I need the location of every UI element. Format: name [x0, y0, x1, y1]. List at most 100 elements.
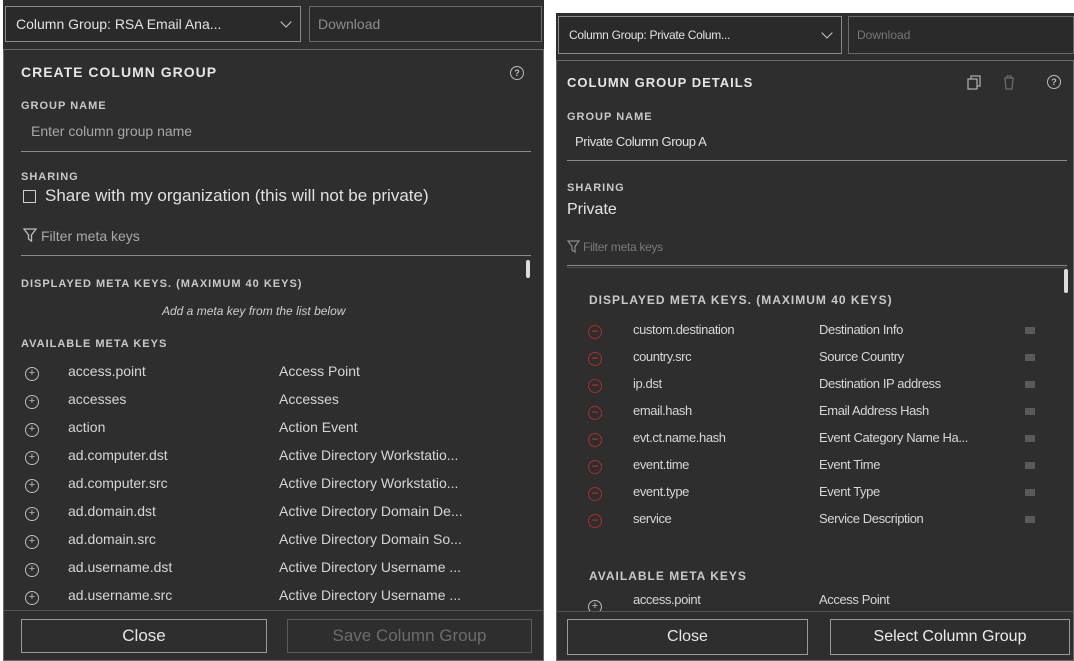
download-field[interactable]: Download: [309, 6, 542, 42]
meta-key: ad.computer.src: [68, 475, 168, 491]
list-item[interactable]: − email.hash Email Address Hash: [557, 398, 1073, 426]
list-item[interactable]: + ad.username.src Active Directory Usern…: [4, 583, 543, 611]
drag-handle-icon[interactable]: [1025, 462, 1035, 469]
close-button[interactable]: Close: [21, 619, 267, 653]
list-item[interactable]: − evt.ct.name.hash Event Category Name H…: [557, 425, 1073, 453]
filter-meta-keys-input[interactable]: Filter meta keys: [41, 228, 140, 244]
chevron-down-icon: [821, 27, 833, 39]
panel-title: CREATE COLUMN GROUP: [21, 64, 218, 80]
remove-icon[interactable]: −: [588, 325, 602, 339]
save-column-group-button[interactable]: Save Column Group: [287, 619, 532, 653]
meta-key: ad.username.dst: [68, 559, 173, 575]
list-item[interactable]: + accesses Accesses: [4, 387, 543, 415]
meta-key-description: Active Directory Workstatio...: [279, 475, 459, 491]
drag-handle-icon[interactable]: [1025, 489, 1035, 496]
list-item[interactable]: − ip.dst Destination IP address: [557, 371, 1073, 399]
sharing-value: Private: [567, 201, 617, 218]
add-icon[interactable]: +: [25, 507, 39, 521]
remove-icon[interactable]: −: [588, 487, 602, 501]
list-item[interactable]: + access.point Access Point: [4, 359, 543, 387]
remove-icon[interactable]: −: [588, 460, 602, 474]
list-item[interactable]: + ad.computer.dst Active Directory Works…: [4, 443, 543, 471]
remove-icon[interactable]: −: [588, 379, 602, 393]
meta-key: event.type: [633, 484, 689, 499]
group-name-underline: [21, 151, 531, 152]
meta-key-description: Active Directory Workstatio...: [279, 447, 459, 463]
meta-key: country.src: [633, 349, 692, 364]
column-group-dropdown-label: Column Group: RSA Email Ana...: [16, 16, 222, 32]
meta-key-description: Event Type: [819, 484, 880, 499]
list-item[interactable]: + ad.username.dst Active Directory Usern…: [4, 555, 543, 583]
group-name-value: Private Column Group A: [575, 134, 707, 149]
drag-handle-icon[interactable]: [1025, 408, 1035, 415]
save-column-group-label: Save Column Group: [332, 626, 487, 645]
add-icon[interactable]: +: [25, 367, 39, 381]
close-button-label: Close: [667, 628, 708, 645]
displayed-meta-keys-header: DISPLAYED META KEYS. (MAXIMUM 40 KEYS): [589, 293, 893, 307]
copy-icon[interactable]: [967, 75, 981, 90]
meta-key: ad.computer.dst: [68, 447, 168, 463]
column-group-dropdown[interactable]: Column Group: Private Colum...: [558, 16, 842, 54]
help-icon[interactable]: ?: [510, 66, 524, 80]
drag-handle-icon[interactable]: [1025, 381, 1035, 388]
add-icon[interactable]: +: [25, 479, 39, 493]
column-group-dropdown-label: Column Group: Private Colum...: [569, 28, 731, 42]
list-item[interactable]: + ad.domain.dst Active Directory Domain …: [4, 499, 543, 527]
add-icon[interactable]: +: [25, 451, 39, 465]
displayed-meta-keys-hint: Add a meta key from the list below: [162, 304, 346, 318]
group-name-label: GROUP NAME: [21, 100, 107, 112]
available-meta-keys-header: AVAILABLE META KEYS: [589, 569, 747, 583]
add-icon[interactable]: +: [25, 563, 39, 577]
remove-icon[interactable]: −: [588, 406, 602, 420]
meta-key: email.hash: [633, 403, 692, 418]
meta-key: access.point: [68, 363, 146, 379]
add-icon[interactable]: +: [588, 600, 602, 611]
scrollbar-thumb[interactable]: [526, 260, 530, 278]
list-item[interactable]: − custom.destination Destination Info: [557, 317, 1073, 345]
remove-icon[interactable]: −: [588, 514, 602, 528]
list-item[interactable]: − event.type Event Type: [557, 479, 1073, 507]
meta-key: custom.destination: [633, 322, 735, 337]
filter-meta-keys-input[interactable]: Filter meta keys: [583, 240, 663, 254]
column-group-dropdown[interactable]: Column Group: RSA Email Ana...: [5, 6, 301, 42]
list-item[interactable]: − country.src Source Country: [557, 344, 1073, 372]
drag-handle-icon[interactable]: [1025, 327, 1035, 334]
share-checkbox[interactable]: [23, 190, 36, 203]
list-item[interactable]: − service Service Description: [557, 506, 1073, 534]
select-column-group-button[interactable]: Select Column Group: [830, 619, 1070, 655]
add-icon[interactable]: +: [25, 591, 39, 605]
meta-key: access.point: [633, 592, 701, 607]
group-name-label: GROUP NAME: [567, 111, 653, 123]
list-item[interactable]: − event.time Event Time: [557, 452, 1073, 480]
remove-icon[interactable]: −: [588, 352, 602, 366]
meta-key-description: Destination Info: [819, 322, 903, 337]
filter-icon: [567, 240, 580, 254]
meta-key-description: Email Address Hash: [819, 403, 929, 418]
panel-title: COLUMN GROUP DETAILS: [567, 75, 754, 90]
add-icon[interactable]: +: [25, 423, 39, 437]
filter-underline: [567, 265, 1067, 266]
list-border: [567, 267, 1067, 268]
list-item[interactable]: + action Action Event: [4, 415, 543, 443]
download-field[interactable]: Download: [848, 16, 1074, 54]
close-button[interactable]: Close: [567, 619, 808, 655]
create-column-group-body: CREATE COLUMN GROUP ? GROUP NAME Enter c…: [3, 49, 544, 661]
select-column-group-label: Select Column Group: [873, 628, 1027, 645]
drag-handle-icon[interactable]: [1025, 435, 1035, 442]
meta-key: action: [68, 419, 106, 435]
scrollbar-thumb[interactable]: [1064, 269, 1068, 293]
download-label: Download: [318, 16, 381, 32]
add-icon[interactable]: +: [25, 395, 39, 409]
add-icon[interactable]: +: [25, 535, 39, 549]
list-item[interactable]: + access.point Access Point: [557, 589, 1073, 611]
list-item[interactable]: + ad.computer.src Active Directory Works…: [4, 471, 543, 499]
trash-icon[interactable]: [1003, 75, 1015, 90]
list-item[interactable]: + ad.domain.src Active Directory Domain …: [4, 527, 543, 555]
column-group-details-body: COLUMN GROUP DETAILS ? GROUP NAME Privat…: [556, 60, 1074, 661]
group-name-input[interactable]: Enter column group name: [31, 123, 192, 139]
remove-icon[interactable]: −: [588, 433, 602, 447]
drag-handle-icon[interactable]: [1025, 354, 1035, 361]
drag-handle-icon[interactable]: [1025, 516, 1035, 523]
meta-key-description: Destination IP address: [819, 376, 941, 391]
help-icon[interactable]: ?: [1047, 75, 1061, 89]
